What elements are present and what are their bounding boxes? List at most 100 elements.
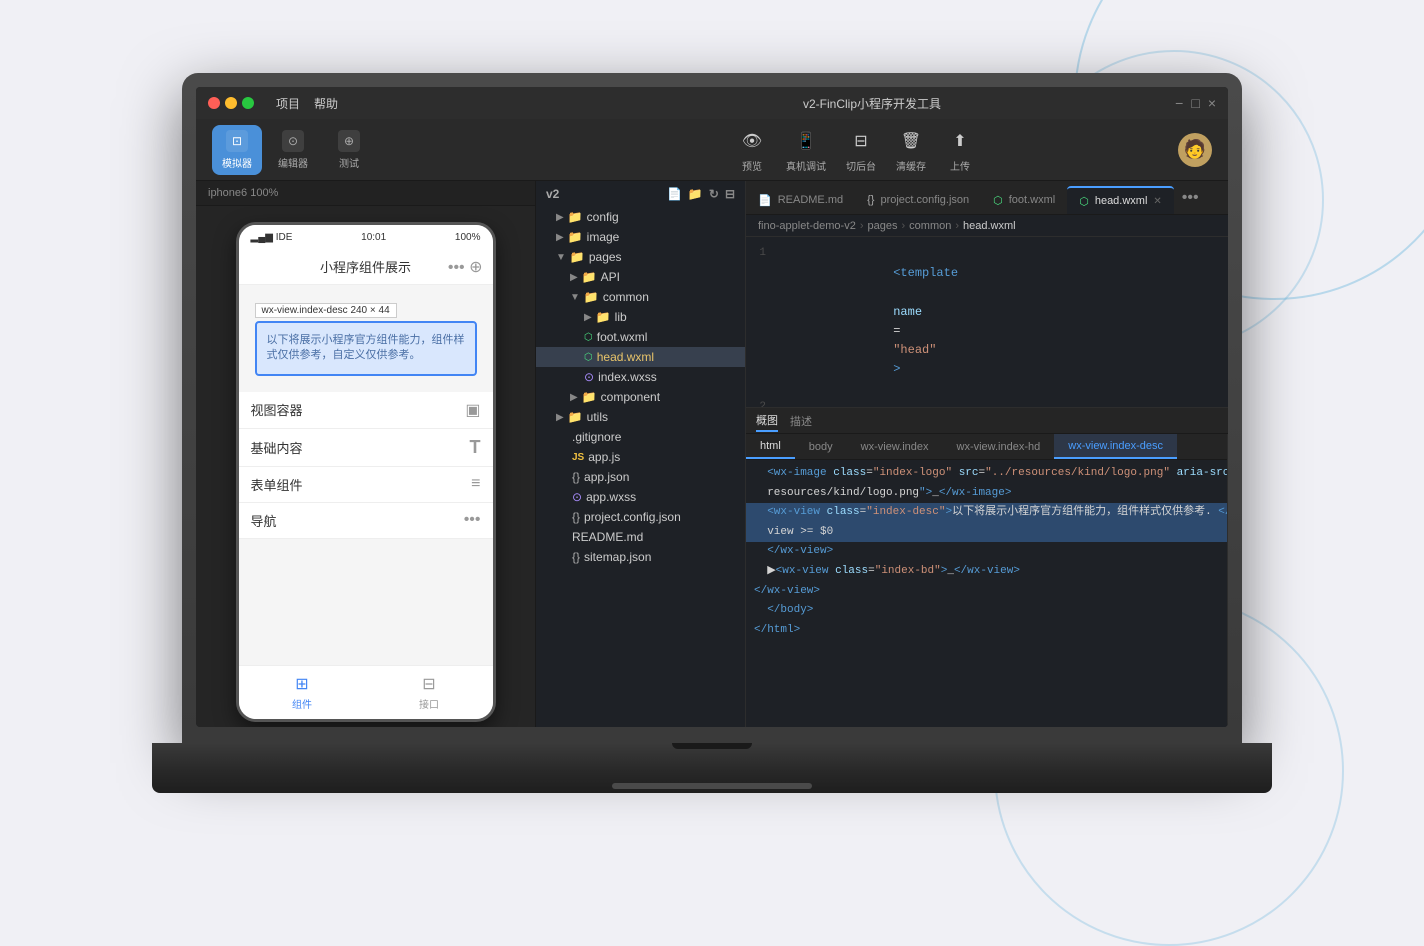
bottom-tab-overview[interactable]: 概图 xyxy=(756,410,778,432)
tree-label: common xyxy=(603,290,649,304)
caret-icon: ▼ xyxy=(570,292,580,303)
menu-item-help[interactable]: 帮助 xyxy=(314,95,338,112)
clear-cache-action[interactable]: 🗑 清缓存 xyxy=(896,127,926,173)
tree-item-lib[interactable]: ▶ 📁 lib xyxy=(536,307,745,327)
cut-bg-action[interactable]: ⊟ 切后台 xyxy=(846,127,876,173)
nav-item-component[interactable]: ⊞ 组件 xyxy=(239,666,366,719)
tree-item-app-json[interactable]: {} app.json xyxy=(536,467,745,487)
tree-item-api[interactable]: ▶ 📁 API xyxy=(536,267,745,287)
collapse-icon[interactable]: ⊟ xyxy=(725,187,735,201)
tab-label: head.wxml xyxy=(1095,195,1148,207)
tree-label: project.config.json xyxy=(584,510,681,524)
phone-content: wx-view.index-desc 240 × 44 以下将展示小程序官方组件… xyxy=(239,285,493,665)
wxss-icon: ⊙ xyxy=(584,370,594,384)
tab-readme[interactable]: 📄 README.md xyxy=(746,186,855,214)
devtools-tab-wx-view-index-hd[interactable]: wx-view.index-hd xyxy=(943,434,1055,459)
tree-item-pages[interactable]: ▼ 📁 pages xyxy=(536,247,745,267)
tree-label: head.wxml xyxy=(597,350,654,364)
tree-item-component[interactable]: ▶ 📁 component xyxy=(536,387,745,407)
tree-item-gitignore[interactable]: .gitignore xyxy=(536,427,745,447)
folder-icon: 📁 xyxy=(596,310,611,324)
test-label: 测试 xyxy=(339,155,359,170)
breadcrumb-sep-2: › xyxy=(955,220,959,232)
new-file-icon[interactable]: 📄 xyxy=(667,187,682,201)
selected-element: wx-view.index-desc 240 × 44 以下将展示小程序官方组件… xyxy=(255,321,477,376)
tree-item-app-js[interactable]: JS app.js xyxy=(536,447,745,467)
phone-section-base[interactable]: 基础内容 T xyxy=(239,429,493,467)
menu-item-project[interactable]: 项目 xyxy=(276,95,300,112)
tab-foot-wxml[interactable]: ⬡ foot.wxml xyxy=(981,186,1067,214)
tree-label: app.wxss xyxy=(586,490,636,504)
breadcrumb-2[interactable]: common xyxy=(909,220,951,232)
tab-label: project.config.json xyxy=(880,194,969,206)
bottom-tab-desc[interactable]: 描述 xyxy=(790,411,812,431)
win-close-icon[interactable]: × xyxy=(1208,95,1216,111)
tree-item-utils[interactable]: ▶ 📁 utils xyxy=(536,407,745,427)
toolbar-debug-btn[interactable]: ⊙ 编辑器 xyxy=(268,125,318,175)
toolbar-test-btn[interactable]: ⊕ 测试 xyxy=(324,125,374,175)
breadcrumb-1[interactable]: pages xyxy=(868,220,898,232)
tree-item-config[interactable]: ▶ 📁 config xyxy=(536,207,745,227)
html-line-3: view >= $0 xyxy=(746,523,1227,543)
devtools-tab-wx-view-index[interactable]: wx-view.index xyxy=(847,434,943,459)
element-indicator-container: wx-view.index-desc 240 × 44 以下将展示小程序官方组件… xyxy=(239,285,493,392)
tree-label: pages xyxy=(589,250,622,264)
phone-container: ▂▄▆ IDE 10:01 100% 小程序组件展示 ••• ⊕ xyxy=(196,206,535,727)
folder-icon: 📁 xyxy=(568,210,583,224)
folder-icon: 📁 xyxy=(568,230,583,244)
preview-action[interactable]: 👁 预览 xyxy=(738,127,766,173)
tree-item-foot-wxml[interactable]: ⬡ foot.wxml xyxy=(536,327,745,347)
devtools-tab-body[interactable]: body xyxy=(795,434,847,459)
breadcrumb-0[interactable]: fino-applet-demo-v2 xyxy=(758,220,856,232)
code-editor[interactable]: 1 <template name = "head" > 2 xyxy=(746,237,1228,407)
tree-item-common[interactable]: ▼ 📁 common xyxy=(536,287,745,307)
tree-label: utils xyxy=(587,410,608,424)
section-base-label: 基础内容 xyxy=(251,438,303,457)
simulate-label: 模拟器 xyxy=(222,155,252,170)
tab-project-config[interactable]: {} project.config.json xyxy=(855,186,981,214)
devtools-tab-wx-view-index-desc[interactable]: wx-view.index-desc xyxy=(1054,434,1177,459)
toolbar-left: ⊡ 模拟器 ⊙ 编辑器 ⊕ 测试 xyxy=(212,125,534,175)
tree-item-head-wxml[interactable]: ⬡ head.wxml xyxy=(536,347,745,367)
html-line-2: <wx-view class="index-desc">以下将展示小程序官方组件… xyxy=(746,503,1227,523)
tab-close-button[interactable]: ✕ xyxy=(1153,196,1161,207)
section-view-icon: ▣ xyxy=(465,400,480,420)
titlebar: 项目 帮助 v2-FinClip小程序开发工具 − □ × xyxy=(196,87,1228,119)
tree-item-readme[interactable]: README.md xyxy=(536,527,745,547)
code-line-1: 1 <template name = "head" > xyxy=(746,245,1228,399)
upload-action[interactable]: ⬆ 上传 xyxy=(946,127,974,173)
minimize-button[interactable] xyxy=(225,97,237,109)
real-debug-action[interactable]: 📱 真机调试 xyxy=(786,127,826,173)
tab-head-wxml[interactable]: ⬡ head.wxml ✕ xyxy=(1067,186,1174,214)
tree-item-app-wxss[interactable]: ⊙ app.wxss xyxy=(536,487,745,507)
breadcrumb-3[interactable]: head.wxml xyxy=(963,220,1016,232)
nav-item-api[interactable]: ⊟ 接口 xyxy=(366,666,493,719)
maximize-button[interactable] xyxy=(242,97,254,109)
nav-api-icon: ⊟ xyxy=(419,674,439,694)
laptop-foot xyxy=(612,783,812,789)
phone-section-form[interactable]: 表单组件 ≡ xyxy=(239,467,493,503)
refresh-icon[interactable]: ↻ xyxy=(709,187,719,201)
devtools-tab-html[interactable]: html xyxy=(746,434,795,459)
phone-section-nav[interactable]: 导航 ••• xyxy=(239,503,493,539)
user-avatar[interactable]: 🧑 xyxy=(1178,133,1212,167)
bottom-tabs: 概图 描述 xyxy=(746,408,1228,434)
cut-bg-icon: ⊟ xyxy=(847,127,875,155)
phone-more-button[interactable]: ••• ⊕ xyxy=(448,257,483,277)
new-folder-icon[interactable]: 📁 xyxy=(688,187,703,201)
tab-more-button[interactable]: ••• xyxy=(1174,189,1207,207)
tree-item-index-wxss[interactable]: ⊙ index.wxss xyxy=(536,367,745,387)
code-panel: 📄 README.md {} project.config.json ⬡ foo… xyxy=(746,181,1228,727)
html-tree[interactable]: <wx-image class="index-logo" src="../res… xyxy=(746,460,1227,727)
win-minimize-icon[interactable]: − xyxy=(1175,95,1183,111)
tree-item-image[interactable]: ▶ 📁 image xyxy=(536,227,745,247)
project-config-icon: {} xyxy=(867,194,874,206)
win-maximize-icon[interactable]: □ xyxy=(1191,95,1199,111)
close-button[interactable] xyxy=(208,97,220,109)
tree-item-project-config[interactable]: {} project.config.json xyxy=(536,507,745,527)
tree-item-sitemap[interactable]: {} sitemap.json xyxy=(536,547,745,567)
toolbar-simulate-btn[interactable]: ⊡ 模拟器 xyxy=(212,125,262,175)
json-icon: {} xyxy=(572,470,580,484)
tree-label: .gitignore xyxy=(572,430,621,444)
phone-section-view[interactable]: 视图容器 ▣ xyxy=(239,392,493,429)
